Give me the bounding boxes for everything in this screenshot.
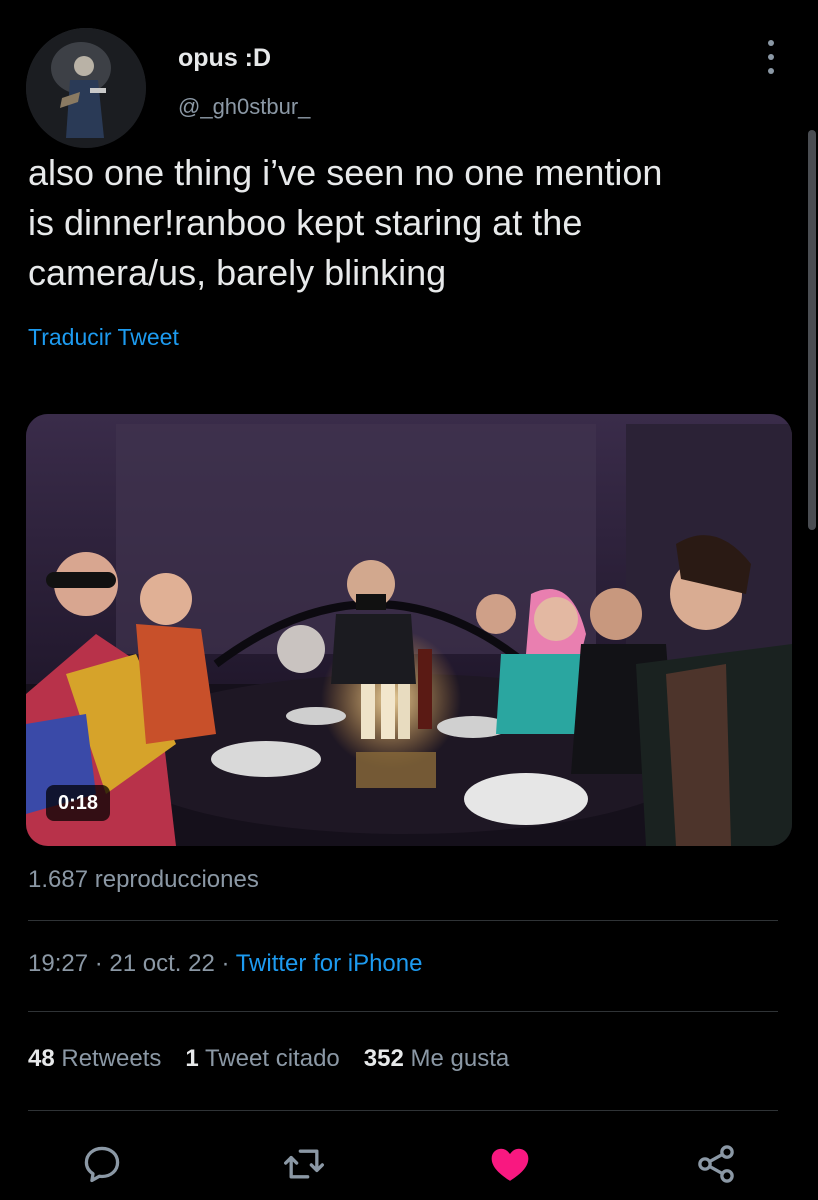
engagement-stats: 48 Retweets 1 Tweet citado 352 Me gusta — [28, 1045, 509, 1073]
quote-tweets-label: Tweet citado — [205, 1045, 340, 1072]
quote-tweets-stat[interactable]: 1 Tweet citado — [185, 1045, 339, 1072]
scrollbar[interactable] — [808, 130, 816, 530]
video-duration-badge: 0:18 — [46, 785, 111, 821]
video-player[interactable] — [26, 414, 792, 846]
tweet-source-link[interactable]: Twitter for iPhone — [236, 950, 423, 977]
author-display-name[interactable]: opus :D — [178, 44, 271, 73]
dot — [768, 40, 774, 46]
likes-count: 352 — [363, 1045, 404, 1072]
meta-separator: · — [88, 950, 110, 977]
heart-icon — [491, 1148, 529, 1181]
likes-stat[interactable]: 352 Me gusta — [364, 1045, 509, 1072]
quote-tweets-count: 1 — [185, 1045, 199, 1072]
retweets-count: 48 — [28, 1045, 55, 1072]
tweet-date: 21 oct. 22 — [109, 950, 215, 977]
avatar[interactable] — [26, 28, 146, 148]
reply-icon — [84, 1146, 120, 1183]
share-button[interactable] — [694, 1142, 738, 1186]
dot — [768, 68, 774, 74]
likes-label: Me gusta — [410, 1045, 510, 1072]
tweet-meta: 19:27 · 21 oct. 22 · Twitter for iPhone — [28, 950, 422, 978]
author-handle[interactable]: @_gh0stbur_ — [178, 94, 310, 120]
retweets-stat[interactable]: 48 Retweets — [28, 1045, 161, 1072]
meta-separator: · — [214, 950, 236, 977]
divider — [28, 920, 778, 921]
retweet-icon — [284, 1149, 324, 1179]
tweet-text: also one thing i’ve seen no one mention … — [28, 152, 663, 293]
divider — [28, 1011, 778, 1012]
retweets-label: Retweets — [61, 1045, 162, 1072]
view-count: 1.687 reproducciones — [28, 866, 259, 893]
translate-tweet-link[interactable]: Traducir Tweet — [28, 324, 179, 351]
more-options-icon[interactable] — [760, 40, 782, 74]
divider — [28, 1110, 778, 1111]
share-icon — [698, 1145, 734, 1183]
reply-button[interactable] — [80, 1142, 124, 1186]
avatar-photo — [26, 28, 146, 148]
like-button[interactable] — [488, 1142, 532, 1186]
video-thumbnail — [26, 414, 792, 846]
retweet-button[interactable] — [282, 1142, 326, 1186]
dot — [768, 54, 774, 60]
tweet-time: 19:27 — [28, 950, 89, 977]
